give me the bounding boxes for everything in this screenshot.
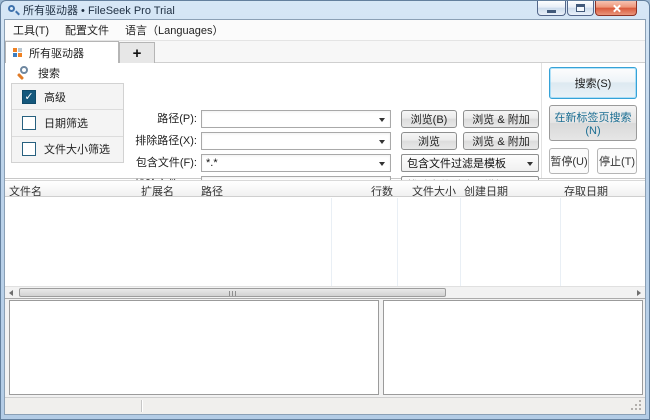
filter-label: 日期筛选 [44,115,88,131]
path-label: 路径(P): [123,110,197,128]
status-divider [141,400,142,412]
checkbox-checked-icon[interactable]: ✓ [22,90,36,104]
titlebar[interactable]: 所有驱动器 • FileSeek Pro Trial [1,1,649,19]
filter-advanced[interactable]: ✓ 高级 [12,84,123,110]
sidebar-item-search[interactable]: 搜索 [5,63,124,83]
exclude-path-label: 排除路径(X): [123,132,197,150]
filter-date[interactable]: 日期筛选 [12,110,123,136]
preview-pane-left[interactable] [9,300,379,395]
section-divider [5,298,645,299]
pause-button[interactable]: 暂停(U) [549,148,589,174]
menu-tools[interactable]: 工具(T) [5,19,57,41]
column-filesize[interactable]: 文件大小 [397,181,460,196]
column-filename[interactable]: 文件名 [5,181,137,196]
app-window: 所有驱动器 • FileSeek Pro Trial 工具(T) 配置文件 语言… [0,0,650,420]
tab-all-drives[interactable]: 所有驱动器 [5,41,119,63]
results-header: 文件名 扩展名 路径 行数 文件大小 创建日期 存取日期 [5,180,645,197]
preview-pane-right[interactable] [383,300,643,395]
checkbox-unchecked-icon[interactable] [22,142,36,156]
column-divider [331,198,332,286]
column-divider [460,198,461,286]
tab-bar: 所有驱动器 + [5,41,645,63]
scroll-right-button[interactable] [633,287,645,298]
column-accessed[interactable]: 存取日期 [560,181,645,196]
filter-label: 文件大小筛选 [44,141,110,157]
app-magnifier-icon [7,4,19,16]
scrollbar-thumb[interactable] [19,288,446,297]
chevron-down-icon[interactable] [379,118,385,122]
magnifier-icon [16,65,32,81]
menu-profiles[interactable]: 配置文件 [57,19,117,41]
checkbox-unchecked-icon[interactable] [22,116,36,130]
column-linecount[interactable]: 行数 [331,181,397,196]
include-files-input[interactable]: *.* [201,154,391,172]
maximize-button[interactable] [567,1,594,16]
include-files-value: *.* [206,157,218,169]
include-filter-mode-value: 包含文件过滤是模板 [407,155,506,171]
minimize-button[interactable] [537,1,566,16]
exclude-path-input[interactable] [201,132,391,150]
panel-divider [541,63,542,178]
browse-append-exclude-button[interactable]: 浏览 & 附加 [463,132,539,150]
horizontal-scrollbar[interactable] [5,286,645,298]
chevron-down-icon[interactable] [527,162,533,166]
filter-group: ✓ 高级 日期筛选 文件大小筛选 [11,83,124,163]
browse-append-path-button[interactable]: 浏览 & 附加 [463,110,539,128]
menu-bar: 工具(T) 配置文件 语言（Languages） [5,20,645,41]
arrow-left-icon [9,290,13,296]
column-divider [397,198,398,286]
close-button[interactable] [595,1,637,16]
search-new-tab-button[interactable]: 在新标签页搜索(N) [549,105,637,141]
preview-section [5,298,645,398]
column-path[interactable]: 路径 [197,181,331,196]
include-files-label: 包含文件(F): [123,154,197,172]
window-controls [536,1,637,16]
stop-button[interactable]: 停止(T) [597,148,637,174]
new-tab-button[interactable]: + [119,42,155,63]
results-list[interactable] [5,198,645,286]
fileseek-tab-icon [13,48,23,58]
status-bar [5,397,645,414]
search-section-label: 搜索 [38,65,60,81]
scroll-left-button[interactable] [5,287,17,298]
arrow-right-icon [637,290,641,296]
chevron-down-icon[interactable] [379,162,385,166]
minimize-icon [547,10,556,13]
search-settings-section: 搜索 ✓ 高级 日期筛选 文件大小筛选 路径(P): [5,63,645,179]
window-title: 所有驱动器 • FileSeek Pro Trial [23,2,175,18]
filter-filesize[interactable]: 文件大小筛选 [12,137,123,162]
maximize-icon [576,4,585,12]
browse-exclude-button[interactable]: 浏览 [401,132,457,150]
browse-path-button[interactable]: 浏览(B) [401,110,457,128]
menu-language[interactable]: 语言（Languages） [117,19,231,41]
column-divider [560,198,561,286]
chevron-down-icon[interactable] [379,140,385,144]
tab-label: 所有驱动器 [29,45,84,61]
path-input[interactable] [201,110,391,128]
filter-label: 高级 [44,89,66,105]
grip-icon [229,291,230,296]
close-icon [612,4,621,13]
column-created[interactable]: 创建日期 [460,181,560,196]
resize-grip-icon[interactable] [639,408,641,410]
include-filter-mode-select[interactable]: 包含文件过滤是模板 [401,154,539,172]
column-extension[interactable]: 扩展名 [137,181,197,196]
search-button[interactable]: 搜索(S) [549,67,637,99]
client-area: 工具(T) 配置文件 语言（Languages） 所有驱动器 + 搜索 ✓ 高级 [4,19,646,415]
